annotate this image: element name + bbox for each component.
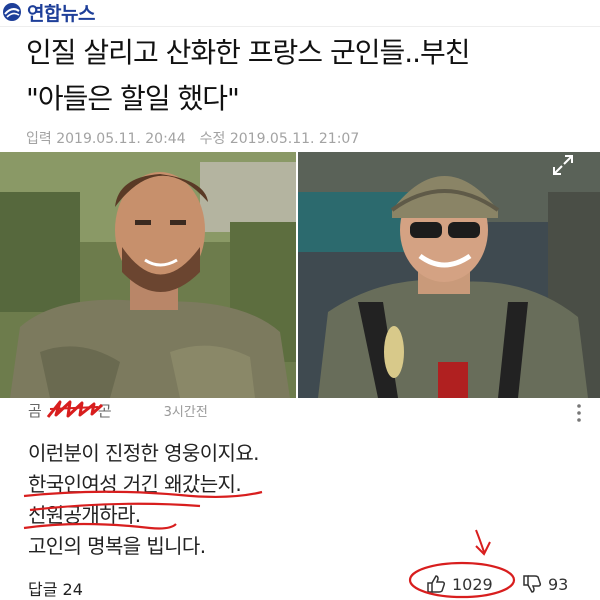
reply-button[interactable]: 답글 24 [28, 576, 83, 600]
comment-author[interactable]: 곰곤 [28, 400, 112, 421]
edit-time: 수정 2019.05.11. 21:07 [199, 131, 360, 147]
dislike-count: 93 [548, 574, 569, 594]
comment-line: 고인의 명복을 빕니다. [28, 534, 206, 558]
dislike-button[interactable]: 93 [522, 574, 568, 594]
yonhap-logo[interactable]: 연합뉴스 [2, 0, 95, 25]
comment-author-row: 곰곤 3시간전 [28, 400, 208, 421]
input-time: 입력 2019.05.11. 20:44 [26, 131, 186, 147]
headline-line-1: 인질 살리고 산화한 프랑스 군인들..부친 [26, 36, 471, 69]
logo-text: 연합뉴스 [27, 2, 95, 25]
comment-time: 3시간전 [163, 405, 208, 420]
comment-line: 한국인여성 거긴 왜갔는지. [28, 472, 242, 496]
article-headline: 인질 살리고 산화한 프랑스 군인들..부친 "아들은 할일 했다" [26, 30, 586, 122]
author-name-start: 곰 [28, 402, 42, 420]
globe-logo-icon [3, 3, 21, 21]
thumbs-down-icon [523, 575, 542, 593]
red-scribble-redaction [46, 400, 104, 418]
red-circle-annotation [408, 529, 516, 599]
headline-line-2: "아들은 할일 했다" [26, 82, 240, 115]
more-options-icon[interactable] [576, 403, 582, 423]
article-meta: 입력 2019.05.11. 20:44 수정 2019.05.11. 21:0… [26, 128, 359, 148]
comment-body: 이런분이 진정한 영웅이지요. 한국인여성 거긴 왜갔는지. 신원공개하라. 고… [28, 438, 259, 562]
expand-icon[interactable] [550, 152, 576, 178]
soldier-photo-right[interactable] [298, 152, 600, 398]
app-header: 연합뉴스 [0, 0, 600, 27]
soldier-photo-left[interactable] [0, 152, 296, 398]
comment-line: 신원공개하라. [28, 503, 141, 527]
comment-line: 이런분이 진정한 영웅이지요. [28, 441, 259, 465]
